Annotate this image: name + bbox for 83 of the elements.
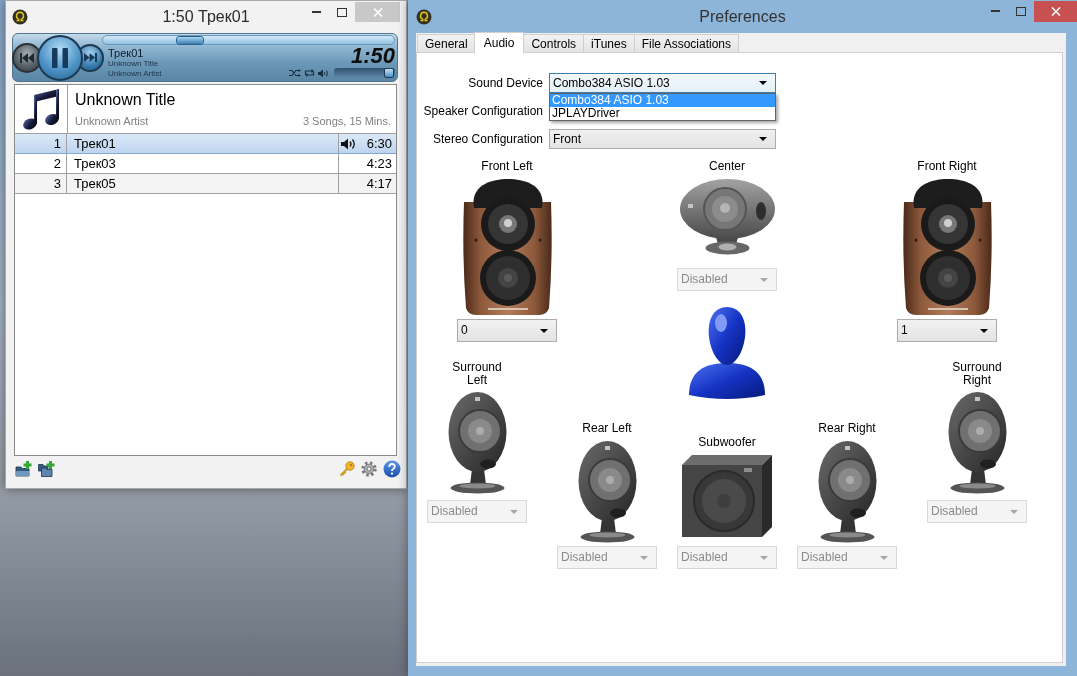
track-duration: 6:30	[365, 135, 393, 153]
speaker-label: Rear Right	[818, 422, 876, 435]
satellite-speaker-icon	[946, 391, 1008, 494]
maximize-icon	[337, 7, 347, 17]
caret-icon	[760, 555, 768, 560]
caret-icon	[760, 277, 768, 282]
field-label: Speaker Configuration	[422, 104, 543, 118]
minimize-icon	[311, 11, 321, 13]
shuffle-icon[interactable]	[289, 69, 301, 77]
pause-button[interactable]	[37, 34, 83, 81]
playlist-row[interactable]: 1 Трек01 6:30	[15, 134, 396, 154]
track-number: 1	[15, 134, 67, 153]
logo-icon	[416, 8, 432, 25]
help-icon[interactable]	[383, 460, 401, 478]
speaker-label: Center	[709, 160, 745, 173]
minimize-icon	[990, 10, 1000, 12]
previous-icon	[20, 52, 34, 63]
close-icon	[1050, 7, 1061, 16]
track-number: 2	[15, 154, 67, 173]
caret-icon	[510, 509, 518, 514]
playlist-row[interactable]: 3 Трек05 4:17	[15, 174, 396, 194]
tab[interactable]: General	[417, 34, 476, 52]
track-title: Трек03	[73, 155, 117, 173]
caret-icon	[640, 555, 648, 560]
speaker-label: Surround Right	[951, 361, 1003, 387]
window-title: 1:50 Трек01	[162, 8, 250, 26]
caret-icon	[540, 328, 548, 333]
subwoofer-icon	[682, 455, 772, 537]
speaker-dropdown[interactable]: 0	[457, 319, 557, 342]
folder-plus-icon[interactable]	[15, 461, 32, 477]
stacked-folders-plus-icon[interactable]	[38, 461, 55, 477]
speaker-label: Rear Left	[582, 422, 632, 435]
next-icon	[83, 53, 97, 62]
track-duration: 4:23	[365, 155, 393, 173]
slider-thumb[interactable]	[383, 68, 394, 78]
speaker-label: Subwoofer	[698, 436, 756, 449]
repeat-icon[interactable]	[304, 69, 315, 77]
close-icon	[372, 7, 383, 17]
track-name: Трек01	[108, 47, 145, 59]
album-title: Unknown Title	[75, 90, 177, 109]
song-artist: Unknown Artist	[108, 69, 163, 79]
track-title: Трек05	[73, 175, 117, 193]
settings-icon[interactable]	[361, 461, 377, 477]
caret-icon	[759, 81, 767, 85]
satellite-speaker-icon	[576, 440, 638, 543]
satellite-speaker-icon	[446, 391, 508, 494]
album-artist: Unknown Artist	[75, 115, 149, 127]
logo-icon	[12, 9, 28, 25]
track-title: Трек01	[73, 135, 117, 153]
close-button[interactable]	[1034, 1, 1077, 22]
center-speaker-icon	[678, 178, 776, 255]
tab[interactable]: File Associations	[633, 34, 740, 52]
caret-icon	[880, 555, 888, 560]
stereo-configuration-dropdown[interactable]: Front	[549, 129, 776, 149]
person-icon	[687, 305, 767, 400]
speaker-label: Surround Left	[451, 361, 503, 387]
caret-icon	[1010, 509, 1018, 514]
speaker-dropdown[interactable]: 1	[897, 319, 997, 342]
field-label: Stereo Configuration	[431, 132, 543, 146]
caret-icon	[759, 137, 767, 141]
elapsed-time: 1:50	[350, 45, 395, 67]
seek-bar[interactable]	[102, 35, 395, 45]
field-label: Sound Device	[467, 76, 543, 90]
speaker-label: Front Right	[917, 160, 977, 173]
maximize-icon	[1016, 6, 1026, 16]
music-note-icon	[21, 87, 61, 131]
key-icon[interactable]	[339, 461, 355, 477]
dropdown-option[interactable]: JPLAYDriver	[550, 107, 775, 120]
tab[interactable]: Audio	[473, 32, 525, 53]
playlist-summary: 3 Songs, 15 Mins.	[302, 115, 391, 127]
satellite-speaker-icon	[816, 440, 878, 543]
sound-device-dropdown[interactable]: Combo384 ASIO 1.03	[549, 73, 776, 93]
track-number: 3	[15, 174, 67, 193]
song-title: Unknown Title	[108, 59, 160, 69]
seek-thumb[interactable]	[177, 37, 204, 44]
track-duration: 4:17	[365, 175, 393, 193]
caret-icon	[980, 328, 988, 333]
speaker-label: Front Left	[481, 160, 533, 173]
tab[interactable]: Controls	[523, 34, 585, 52]
volume-icon[interactable]	[318, 68, 329, 78]
window-title: Preferences	[699, 7, 786, 26]
volume-slider[interactable]	[334, 68, 395, 78]
tab[interactable]: iTunes	[583, 34, 635, 52]
